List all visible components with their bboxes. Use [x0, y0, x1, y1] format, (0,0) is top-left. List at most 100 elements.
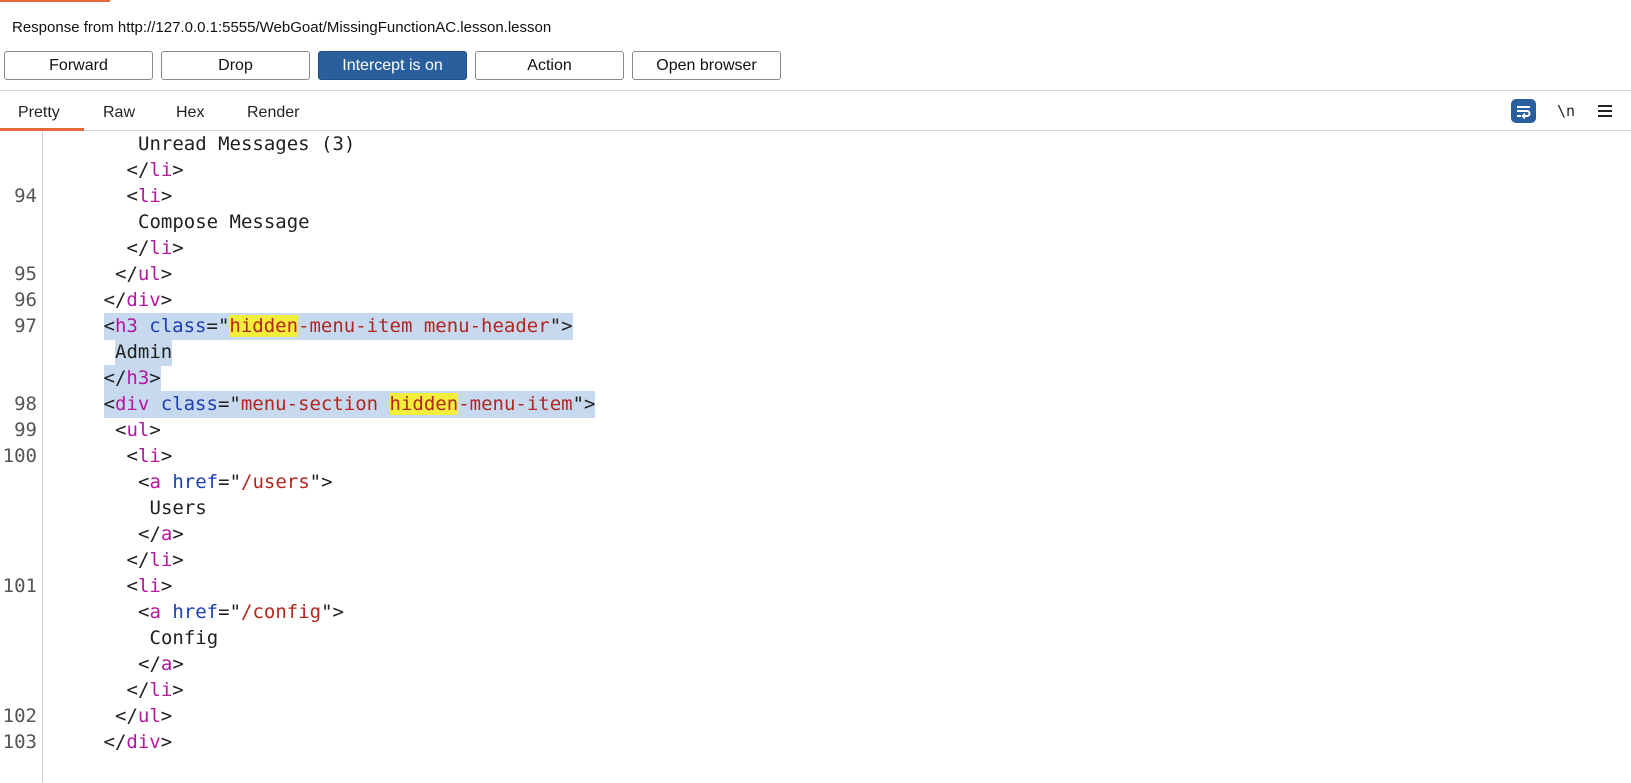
- code-line: 103 </div>: [0, 729, 1631, 756]
- line-number: 94: [14, 185, 37, 207]
- code-content: </li>: [127, 547, 184, 574]
- code-token: </: [126, 159, 150, 181]
- code-token: menu-section: [240, 393, 390, 415]
- code-line: </li>: [0, 677, 1631, 704]
- code-token: >: [172, 523, 184, 545]
- code-token: <: [126, 185, 138, 207]
- code-token: /users: [241, 471, 310, 493]
- code-token: li: [149, 159, 173, 181]
- code-token: -menu-item: [458, 393, 573, 415]
- line-number: 95: [14, 263, 37, 285]
- tab-render[interactable]: Render: [247, 104, 299, 122]
- code-token: a: [149, 601, 161, 623]
- code-token: href: [172, 471, 219, 493]
- code-token: </: [115, 705, 138, 727]
- tab-raw[interactable]: Raw: [103, 104, 135, 122]
- code-token: a: [160, 523, 173, 545]
- code-content: </li>: [127, 677, 184, 704]
- open-browser-button[interactable]: Open browser: [632, 51, 781, 80]
- drop-button[interactable]: Drop: [161, 51, 310, 80]
- code-content: </a>: [138, 651, 184, 678]
- code-token: =": [206, 315, 230, 337]
- line-number: 103: [2, 731, 37, 753]
- code-line: 100 <li>: [0, 443, 1631, 470]
- code-token: >: [172, 653, 184, 675]
- code-token: -menu-item menu-header: [298, 315, 550, 337]
- code-token: >: [172, 679, 184, 701]
- forward-button[interactable]: Forward: [4, 51, 153, 80]
- code-token: li: [149, 549, 173, 571]
- code-content: </ul>: [115, 261, 172, 288]
- code-content: <li>: [127, 183, 173, 210]
- show-newlines-toggle[interactable]: \n: [1555, 99, 1577, 123]
- code-token: href: [172, 601, 219, 623]
- code-token: >: [149, 367, 161, 389]
- code-token: Config: [149, 627, 219, 649]
- line-number: 102: [2, 705, 37, 727]
- code-token: li: [137, 575, 161, 597]
- code-token: =": [217, 393, 241, 415]
- hamburger-menu-icon[interactable]: [1594, 99, 1616, 123]
- code-token: li: [137, 445, 161, 467]
- line-number: 100: [2, 445, 37, 467]
- code-token: div: [126, 289, 161, 311]
- code-token: <: [138, 601, 150, 623]
- code-token: </: [126, 549, 150, 571]
- code-content: <li>: [127, 573, 173, 600]
- code-line: Users: [0, 495, 1631, 522]
- code-token: li: [149, 237, 173, 259]
- code-token: <: [126, 445, 138, 467]
- code-token: ul: [137, 705, 161, 727]
- code-token: h3: [126, 367, 150, 389]
- line-number: 97: [14, 315, 37, 337]
- code-token: >: [149, 419, 161, 441]
- line-number: 99: [14, 419, 37, 441]
- code-token: >: [160, 731, 173, 753]
- code-line: 99 <ul>: [0, 417, 1631, 444]
- code-token: class: [160, 393, 218, 415]
- tab-hex[interactable]: Hex: [176, 104, 204, 122]
- action-button[interactable]: Action: [475, 51, 624, 80]
- wrap-lines-icon[interactable]: [1511, 99, 1536, 123]
- tab-pretty[interactable]: Pretty: [18, 104, 60, 122]
- code-line: </li>: [0, 547, 1631, 574]
- code-token: <: [115, 419, 127, 441]
- code-token: </: [126, 679, 150, 701]
- code-token: a: [149, 471, 161, 493]
- code-token: </: [115, 263, 138, 285]
- code-token: div: [126, 731, 161, 753]
- code-content: </li>: [127, 157, 184, 184]
- code-line: 94 <li>: [0, 183, 1631, 210]
- code-content: Admin: [115, 339, 173, 366]
- code-content: Compose Message: [138, 209, 310, 236]
- code-token: </: [103, 731, 127, 753]
- code-line: </h3>: [0, 365, 1631, 392]
- code-content: </div>: [104, 287, 173, 314]
- code-content: Unread Messages (3): [138, 131, 355, 158]
- intercept-toggle-button[interactable]: Intercept is on: [318, 51, 467, 80]
- code-token: =": [218, 471, 242, 493]
- code-token: Compose Message: [138, 211, 310, 233]
- response-code-editor[interactable]: Unread Messages (3) </li> 94 <li> Compose Me…: [0, 131, 1631, 783]
- code-token: /config: [241, 601, 322, 623]
- code-content: </a>: [138, 521, 184, 548]
- code-token: >: [160, 185, 173, 207]
- code-content: <h3 class="hidden-menu-item menu-header"…: [103, 313, 573, 340]
- line-number: 96: [14, 289, 37, 311]
- code-token: </: [103, 367, 127, 389]
- code-token: =": [218, 601, 242, 623]
- code-token: <: [103, 315, 115, 337]
- code-content: </ul>: [115, 703, 172, 730]
- code-token: <: [103, 393, 115, 415]
- code-token: li: [149, 679, 173, 701]
- code-token: ">: [309, 471, 333, 493]
- active-tab-accent: [0, 0, 110, 2]
- search-match: hidden: [389, 393, 459, 415]
- code-token: <: [138, 471, 150, 493]
- code-token: <: [126, 575, 138, 597]
- code-token: >: [160, 445, 173, 467]
- code-line: </a>: [0, 651, 1631, 678]
